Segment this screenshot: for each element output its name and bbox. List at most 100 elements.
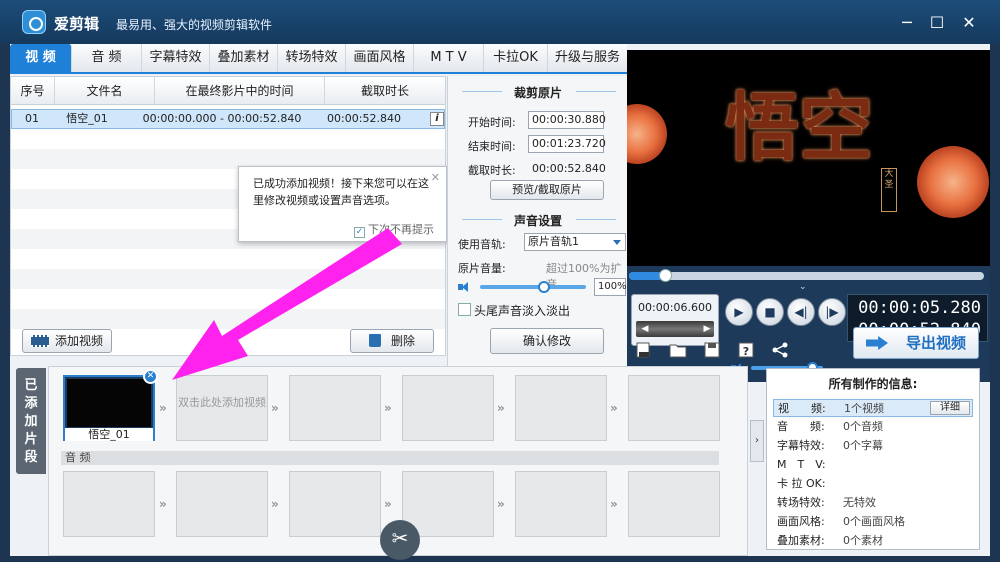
tab-video[interactable]: 视 频	[10, 44, 72, 72]
audio-track-select[interactable]: 原片音轨1	[524, 233, 626, 251]
column-time-in-movie[interactable]: 在最终影片中的时间	[155, 77, 325, 104]
volume-input[interactable]: 100%	[594, 278, 627, 296]
empty-audio-slot[interactable]	[515, 471, 607, 537]
end-time-input[interactable]: 00:01:23.720	[528, 135, 606, 153]
chevron-right-icon: »	[610, 497, 618, 511]
preview-crop-button[interactable]: 预览/截取原片	[490, 180, 604, 200]
delete-label: 删除	[390, 334, 415, 348]
calligraphy-title: 悟空	[725, 85, 873, 171]
minimize-icon[interactable]: ─	[896, 12, 918, 34]
fade-checkbox[interactable]: 头尾声音淡入淡出	[458, 302, 570, 319]
empty-audio-slot[interactable]	[63, 471, 155, 537]
save-icon[interactable]	[703, 342, 721, 358]
audio-track-label: 音 频	[61, 451, 719, 465]
playback-progress-knob[interactable]	[658, 269, 672, 282]
checkbox-icon	[458, 303, 471, 316]
delete-button[interactable]: 删除	[350, 329, 434, 353]
column-index[interactable]: 序号	[11, 77, 55, 104]
video-clip-slot[interactable]: 悟空_01 ✕	[63, 369, 158, 441]
empty-video-slot[interactable]	[289, 375, 381, 441]
chevron-right-icon: »	[384, 497, 392, 511]
info-key: 转场特效:	[777, 496, 825, 509]
maximize-icon[interactable]: ☐	[926, 12, 948, 34]
side-label-char: 片	[24, 432, 38, 447]
checkbox-icon: ✓	[354, 227, 365, 238]
app-title: 爱剪辑	[54, 15, 100, 33]
info-value: 无特效	[843, 496, 876, 509]
empty-video-slot[interactable]	[628, 375, 720, 441]
tab-overlay[interactable]: 叠加素材	[210, 44, 278, 72]
empty-audio-slot[interactable]	[176, 471, 268, 537]
add-video-button[interactable]: 添加视频	[22, 329, 112, 353]
dont-show-again-checkbox[interactable]: ✓ 下次不再提示	[354, 221, 434, 238]
share-icon[interactable]	[771, 342, 789, 358]
tab-mtv[interactable]: M T V	[414, 44, 484, 72]
row-index: 01	[25, 112, 39, 125]
playback-progress-track[interactable]	[629, 269, 984, 282]
chevron-right-icon: »	[610, 401, 618, 415]
tab-karaoke[interactable]: 卡拉OK	[484, 44, 548, 72]
app-subtitle: 最易用、强大的视频剪辑软件	[116, 18, 273, 32]
empty-video-slot[interactable]	[515, 375, 607, 441]
info-row-subtitles: 字幕特效: 0个字幕	[773, 437, 973, 455]
chevron-right-icon: »	[384, 401, 392, 415]
empty-audio-slot[interactable]	[289, 471, 381, 537]
export-video-button[interactable]: 导出视频	[853, 327, 979, 359]
divider	[576, 219, 616, 220]
svg-text:?: ?	[743, 345, 749, 358]
trash-icon	[368, 334, 381, 347]
open-folder-icon[interactable]	[669, 342, 687, 358]
column-filename[interactable]: 文件名	[55, 77, 155, 104]
empty-audio-slot[interactable]	[628, 471, 720, 537]
info-icon[interactable]: i	[430, 112, 444, 126]
table-row[interactable]: 01 悟空_01 00:00:00.000 - 00:00:52.840 00:…	[11, 109, 445, 129]
confirm-button[interactable]: 确认修改	[490, 328, 604, 354]
volume-slider-knob[interactable]	[537, 281, 550, 293]
column-duration[interactable]: 截取时长	[325, 77, 445, 104]
end-time-label: 结束时间:	[468, 140, 516, 153]
expand-panel-icon[interactable]: ›	[750, 420, 764, 462]
fade-label: 头尾声音淡入淡出	[474, 304, 571, 318]
start-time-input[interactable]: 00:00:30.880	[528, 111, 606, 129]
stop-icon[interactable]: ■	[756, 298, 784, 326]
elapsed-time: 00:00:05.280	[858, 298, 981, 318]
tab-bar: 视 频 音 频 字幕特效 叠加素材 转场特效 画面风格 M T V 卡拉OK 升…	[10, 44, 627, 74]
tooltip-message: 已成功添加视频！接下来您可以在这里修改视频或设置声音选项。	[253, 177, 429, 207]
volume-slider-track[interactable]	[480, 285, 586, 289]
tab-subtitle-effects[interactable]: 字幕特效	[142, 44, 210, 72]
close-icon[interactable]: ✕	[958, 12, 980, 34]
tab-picture-style[interactable]: 画面风格	[346, 44, 414, 72]
details-button[interactable]: 详细	[930, 401, 970, 415]
tooltip-close-icon[interactable]: ✕	[431, 169, 440, 186]
row-time-range: 00:00:00.000 - 00:00:52.840	[142, 112, 302, 125]
flower-decoration	[917, 146, 989, 218]
info-row-video[interactable]: 视 频: 1个视频 详细	[773, 399, 973, 417]
crop-panel: 裁剪原片 开始时间: 00:00:30.880 结束时间: 00:01:23.7…	[447, 76, 627, 366]
empty-row	[11, 309, 445, 329]
prev-frame-icon[interactable]: ◀|	[787, 298, 815, 326]
tab-audio[interactable]: 音 频	[72, 44, 142, 72]
tab-transitions[interactable]: 转场特效	[278, 44, 346, 72]
row-filename: 悟空_01	[66, 112, 108, 125]
crop-title: 裁剪原片	[513, 86, 562, 100]
new-icon[interactable]	[635, 342, 653, 358]
info-value: 0个字幕	[843, 439, 883, 452]
empty-video-slot[interactable]: 双击此处添加视频	[176, 375, 268, 441]
info-title: 所有制作的信息:	[828, 377, 918, 391]
empty-row	[11, 269, 445, 289]
collapse-chevron-icon[interactable]: ⌄	[799, 282, 807, 292]
play-icon[interactable]: ▶	[725, 298, 753, 326]
next-frame-icon[interactable]: |▶	[818, 298, 846, 326]
tab-upgrade[interactable]: 升级与服务	[548, 44, 627, 72]
clip-thumbnail	[67, 379, 151, 427]
scissors-icon[interactable]: ✂	[380, 520, 420, 560]
info-key: 卡 拉 OK:	[777, 477, 826, 490]
remove-clip-icon[interactable]: ✕	[143, 369, 158, 384]
volume-label: 原片音量:	[458, 262, 506, 275]
help-icon[interactable]: ?	[737, 342, 755, 358]
empty-video-slot[interactable]	[402, 375, 494, 441]
export-arrow-icon	[866, 336, 888, 350]
clip-name: 悟空_01	[65, 428, 153, 441]
video-preview[interactable]: 悟空 大圣	[627, 50, 990, 266]
chevron-right-icon: »	[497, 401, 505, 415]
